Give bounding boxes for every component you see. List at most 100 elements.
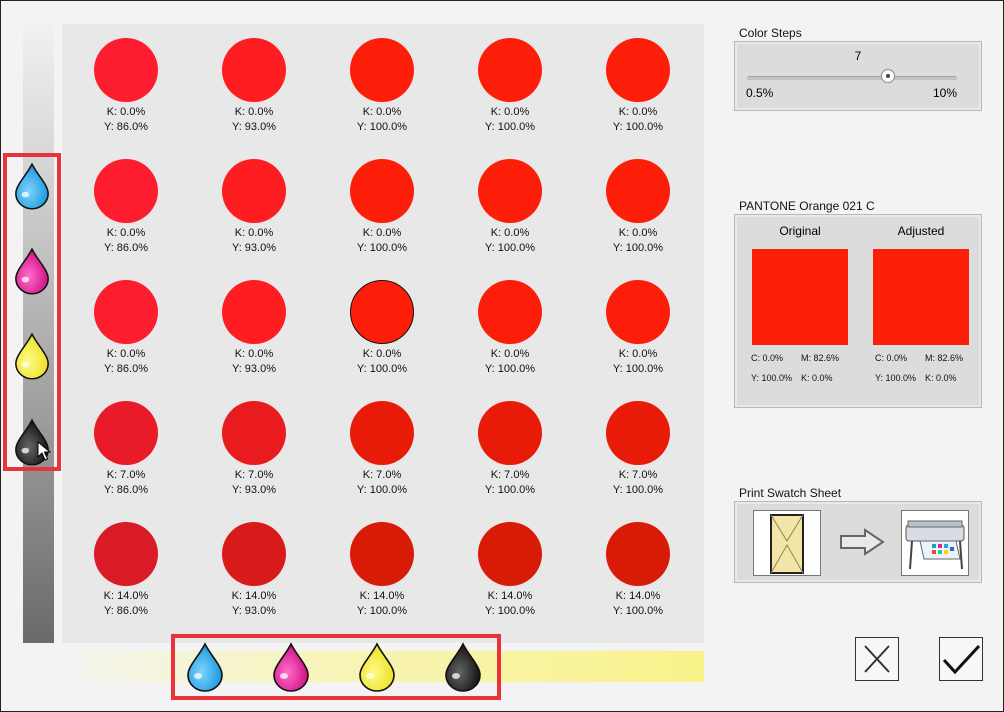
swatch-dot[interactable] xyxy=(94,522,158,586)
swatch-dot[interactable] xyxy=(606,401,670,465)
swatch-cell[interactable]: K: 14.0% Y: 93.0% xyxy=(190,508,318,629)
swatch-dot[interactable] xyxy=(350,401,414,465)
swatch-dot[interactable] xyxy=(350,280,414,344)
swatch-cell[interactable]: K: 14.0% Y: 86.0% xyxy=(62,508,190,629)
swatch-y-label: Y: 93.0% xyxy=(231,242,277,254)
swatch-y-label: Y: 100.0% xyxy=(612,242,664,254)
swatch-dot[interactable] xyxy=(94,280,158,344)
swatch-cell[interactable]: K: 14.0% Y: 100.0% xyxy=(574,508,702,629)
ok-button[interactable] xyxy=(939,637,983,681)
swatch-cell[interactable]: K: 0.0% Y: 100.0% xyxy=(446,145,574,266)
pantone-title: PANTONE Orange 021 C xyxy=(739,199,875,213)
adjusted-swatch xyxy=(873,249,969,345)
swatch-k-label: K: 0.0% xyxy=(106,106,146,118)
swatch-cell[interactable]: K: 0.0% Y: 100.0% xyxy=(574,24,702,145)
swatch-k-label: K: 14.0% xyxy=(359,590,405,602)
swatch-y-label: Y: 100.0% xyxy=(356,605,408,617)
swatch-k-label: K: 0.0% xyxy=(490,348,530,360)
original-label: Original xyxy=(779,224,821,238)
swatch-cell[interactable]: K: 0.0% Y: 100.0% xyxy=(318,266,446,387)
swatch-dot[interactable] xyxy=(350,159,414,223)
swatch-dot[interactable] xyxy=(606,522,670,586)
original-c: C: 0.0% xyxy=(751,353,784,363)
swatch-k-label: K: 0.0% xyxy=(362,106,402,118)
swatch-dot[interactable] xyxy=(606,159,670,223)
yellow-drop-icon[interactable] xyxy=(13,332,51,380)
swatch-cell[interactable]: K: 0.0% Y: 93.0% xyxy=(190,24,318,145)
swatch-y-label: Y: 100.0% xyxy=(356,363,408,375)
swatch-k-label: K: 14.0% xyxy=(615,590,661,602)
color-steps-title: Color Steps xyxy=(739,26,802,40)
cancel-button[interactable] xyxy=(855,637,899,681)
swatch-y-label: Y: 86.0% xyxy=(103,363,149,375)
swatch-dot[interactable] xyxy=(222,280,286,344)
color-steps-slider-thumb[interactable] xyxy=(880,69,895,83)
swatch-cell[interactable]: K: 0.0% Y: 93.0% xyxy=(190,266,318,387)
swatch-cell[interactable]: K: 7.0% Y: 100.0% xyxy=(318,387,446,508)
swatch-y-label: Y: 100.0% xyxy=(612,484,664,496)
swatch-cell[interactable]: K: 7.0% Y: 93.0% xyxy=(190,387,318,508)
swatch-cell[interactable]: K: 0.0% Y: 100.0% xyxy=(446,266,574,387)
color-steps-value: 7 xyxy=(854,49,862,63)
color-steps-track[interactable] xyxy=(747,76,957,80)
swatch-cell[interactable]: K: 7.0% Y: 100.0% xyxy=(574,387,702,508)
swatch-cell[interactable]: K: 0.0% Y: 86.0% xyxy=(62,266,190,387)
swatch-k-label: K: 0.0% xyxy=(618,106,658,118)
swatch-cell[interactable]: K: 0.0% Y: 86.0% xyxy=(62,24,190,145)
swatch-dot[interactable] xyxy=(94,159,158,223)
envelope-icon xyxy=(770,514,804,574)
original-y: Y: 100.0% xyxy=(751,373,793,383)
swatch-k-label: K: 14.0% xyxy=(231,590,277,602)
swatch-cell[interactable]: K: 0.0% Y: 86.0% xyxy=(62,145,190,266)
cyan-drop-icon[interactable] xyxy=(185,642,225,692)
swatch-y-label: Y: 100.0% xyxy=(356,121,408,133)
swatch-cell[interactable]: K: 0.0% Y: 100.0% xyxy=(574,266,702,387)
swatch-cell[interactable]: K: 14.0% Y: 100.0% xyxy=(446,508,574,629)
adjusted-k: K: 0.0% xyxy=(925,373,957,383)
swatch-k-label: K: 7.0% xyxy=(490,469,530,481)
swatch-dot[interactable] xyxy=(222,401,286,465)
swatch-k-label: K: 7.0% xyxy=(618,469,658,481)
swatch-y-label: Y: 86.0% xyxy=(103,121,149,133)
black-drop-icon[interactable] xyxy=(443,642,483,692)
swatch-cell[interactable]: K: 0.0% Y: 93.0% xyxy=(190,145,318,266)
magenta-drop-icon[interactable] xyxy=(13,247,51,295)
swatch-dot[interactable] xyxy=(478,401,542,465)
swatch-cell[interactable]: K: 0.0% Y: 100.0% xyxy=(574,145,702,266)
swatch-cell[interactable]: K: 0.0% Y: 100.0% xyxy=(446,24,574,145)
swatch-cell[interactable]: K: 7.0% Y: 100.0% xyxy=(446,387,574,508)
swatch-dot[interactable] xyxy=(350,522,414,586)
swatch-dot[interactable] xyxy=(222,159,286,223)
swatch-cell[interactable]: K: 0.0% Y: 100.0% xyxy=(318,145,446,266)
swatch-y-label: Y: 86.0% xyxy=(103,605,149,617)
swatch-dot[interactable] xyxy=(478,38,542,102)
swatch-k-label: K: 7.0% xyxy=(234,469,274,481)
swatch-cell[interactable]: K: 0.0% Y: 100.0% xyxy=(318,24,446,145)
cyan-drop-icon[interactable] xyxy=(13,162,51,210)
swatch-dot[interactable] xyxy=(222,38,286,102)
swatch-y-label: Y: 100.0% xyxy=(612,121,664,133)
swatch-dot[interactable] xyxy=(478,280,542,344)
swatch-dot[interactable] xyxy=(94,38,158,102)
printer-button[interactable] xyxy=(901,510,969,576)
paper-button[interactable] xyxy=(753,510,821,576)
adjusted-m: M: 82.6% xyxy=(925,353,964,363)
yellow-drop-icon[interactable] xyxy=(357,642,397,692)
swatch-dot[interactable] xyxy=(94,401,158,465)
swatch-cell[interactable]: K: 7.0% Y: 86.0% xyxy=(62,387,190,508)
swatch-y-label: Y: 100.0% xyxy=(356,242,408,254)
close-icon xyxy=(864,645,890,673)
swatch-dot[interactable] xyxy=(478,159,542,223)
swatch-k-label: K: 0.0% xyxy=(618,227,658,239)
swatch-dot[interactable] xyxy=(606,280,670,344)
swatch-y-label: Y: 100.0% xyxy=(484,605,536,617)
swatch-dot[interactable] xyxy=(222,522,286,586)
swatch-y-label: Y: 100.0% xyxy=(356,484,408,496)
swatch-cell[interactable]: K: 14.0% Y: 100.0% xyxy=(318,508,446,629)
swatch-k-label: K: 0.0% xyxy=(234,106,274,118)
swatch-dot[interactable] xyxy=(606,38,670,102)
magenta-drop-icon[interactable] xyxy=(271,642,311,692)
swatch-dot[interactable] xyxy=(478,522,542,586)
swatch-dot[interactable] xyxy=(350,38,414,102)
swatch-k-label: K: 0.0% xyxy=(490,227,530,239)
